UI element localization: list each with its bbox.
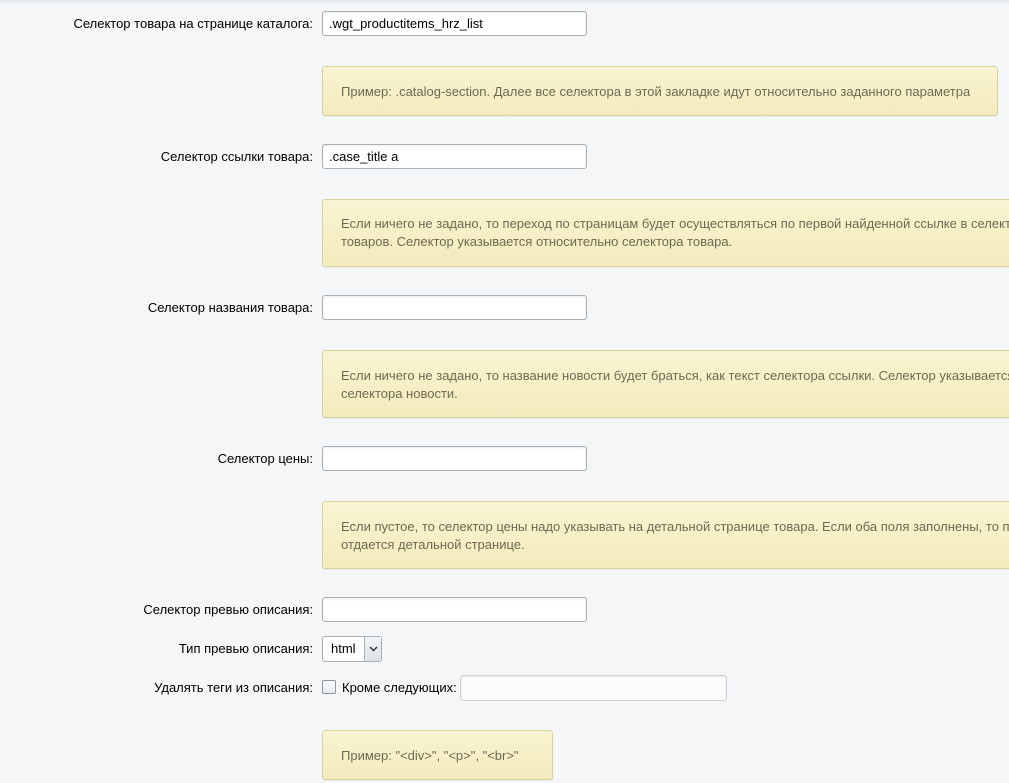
except-tags-label: Кроме следующих: — [342, 680, 457, 695]
link-selector-input[interactable]: .case_title a — [322, 144, 587, 169]
price-selector-hint-line2: отдается детальной странице. — [341, 537, 525, 552]
link-selector-hint: Если ничего не задано, то переход по стр… — [322, 199, 1009, 267]
preview-type-label: Тип превью описания: — [178, 641, 313, 656]
name-selector-input[interactable] — [322, 295, 587, 320]
tags-hint-text: Пример: "<div>", "<p>", "<br>" — [341, 748, 519, 763]
link-selector-hint-line1: Если ничего не задано, то переход по стр… — [341, 216, 1009, 231]
except-tags-input[interactable] — [460, 675, 727, 701]
price-selector-label: Селектор цены: — [217, 451, 313, 466]
catalog-selector-hint: Пример: .catalog-section. Далее все селе… — [322, 66, 998, 116]
name-selector-hint-line1: Если ничего не задано, то название новос… — [341, 368, 1009, 383]
price-selector-input[interactable] — [322, 446, 587, 471]
preview-type-value: html — [331, 641, 356, 656]
link-selector-hint-line2: товаров. Селектор указывается относитель… — [341, 234, 733, 249]
chevron-down-icon — [364, 637, 381, 661]
catalog-selector-hint-text: Пример: .catalog-section. Далее все селе… — [341, 84, 971, 99]
top-shade — [0, 0, 1009, 4]
preview-type-select[interactable]: html — [322, 636, 382, 662]
strip-tags-checkbox[interactable] — [322, 680, 336, 694]
preview-selector-label: Селектор превью описания: — [143, 602, 313, 617]
name-selector-hint: Если ничего не задано, то название новос… — [322, 350, 1009, 418]
price-selector-hint: Если пустое, то селектор цены надо указы… — [322, 501, 1009, 569]
preview-selector-input[interactable] — [322, 597, 587, 622]
name-selector-label: Селектор названия товара: — [147, 300, 313, 315]
name-selector-hint-line2: селектора новости. — [341, 386, 458, 401]
catalog-selector-label: Селектор товара на странице каталога: — [73, 16, 313, 31]
strip-tags-label: Удалять теги из описания: — [154, 680, 313, 695]
link-selector-label: Селектор ссылки товара: — [160, 149, 313, 164]
price-selector-hint-line1: Если пустое, то селектор цены надо указы… — [341, 519, 1009, 534]
tags-hint: Пример: "<div>", "<p>", "<br>" — [322, 730, 553, 780]
catalog-selector-input[interactable]: .wgt_productitems_hrz_list — [322, 11, 587, 36]
